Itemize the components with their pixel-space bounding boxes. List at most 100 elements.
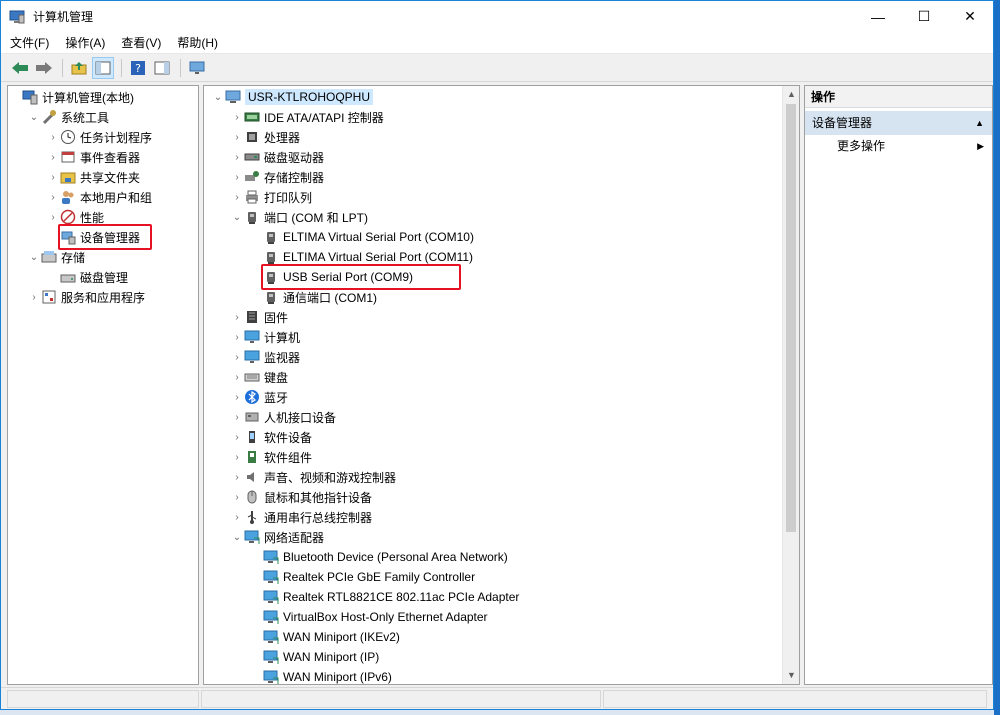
ide-icon <box>244 109 260 125</box>
computer-management-window: 计算机管理 — ☐ ✕ 文件(F) 操作(A) 查看(V) 帮助(H) ? 计算… <box>0 0 994 710</box>
tree-item-label: Bluetooth Device (Personal Area Network) <box>283 550 508 564</box>
scroll-down-arrow[interactable]: ▼ <box>783 667 799 684</box>
tree-item[interactable]: Realtek PCIe GbE Family Controller <box>249 567 475 587</box>
tree-item[interactable]: › 处理器 <box>230 127 300 147</box>
tree-item[interactable]: › 软件组件 <box>230 447 312 467</box>
monitor-icon <box>244 329 260 345</box>
tree-item[interactable]: Realtek RTL8821CE 802.11ac PCIe Adapter <box>249 587 519 607</box>
collapse-arrow-icon[interactable]: › <box>230 412 244 423</box>
tree-item[interactable]: › 事件查看器 <box>46 147 140 167</box>
tree-item[interactable]: › IDE ATA/ATAPI 控制器 <box>230 107 383 127</box>
menu-help[interactable]: 帮助(H) <box>177 34 218 51</box>
tree-item[interactable]: ⌄ 网络适配器 <box>230 527 324 547</box>
tree-item[interactable]: ⌄ 系统工具 <box>27 107 109 127</box>
tree-item[interactable]: › 任务计划程序 <box>46 127 152 147</box>
help-icon[interactable]: ? <box>127 57 149 79</box>
more-actions-item[interactable]: 更多操作 ▶ <box>805 135 992 157</box>
tree-item-label: 性能 <box>80 210 105 225</box>
expand-arrow-icon[interactable]: ⌄ <box>211 92 225 103</box>
menu-action[interactable]: 操作(A) <box>65 34 105 51</box>
tree-item[interactable]: › 监视器 <box>230 347 300 367</box>
tree-item[interactable]: › 软件设备 <box>230 427 312 447</box>
tree-item[interactable]: › 存储控制器 <box>230 167 324 187</box>
monitor-icon[interactable] <box>186 57 208 79</box>
tree-item[interactable]: › 本地用户和组 <box>46 187 152 207</box>
tree-item[interactable]: › 蓝牙 <box>230 387 288 407</box>
tree-item[interactable]: VirtualBox Host-Only Ethernet Adapter <box>249 607 488 627</box>
collapse-icon[interactable]: ▲ <box>975 111 984 135</box>
computer-management-icon <box>22 89 38 105</box>
collapse-arrow-icon[interactable]: › <box>230 432 244 443</box>
status-bar <box>1 687 993 709</box>
collapse-arrow-icon[interactable]: › <box>230 352 244 363</box>
tree-item[interactable]: WAN Miniport (IP) <box>249 647 379 667</box>
actions-section-device-manager[interactable]: 设备管理器 ▲ <box>805 111 992 135</box>
close-button[interactable]: ✕ <box>947 1 993 32</box>
hid-icon <box>244 409 260 425</box>
tree-item[interactable]: ⌄ 存储 <box>27 247 85 267</box>
tree-item[interactable]: ELTIMA Virtual Serial Port (COM10) <box>249 227 474 247</box>
tree-item[interactable]: 通信端口 (COM1) <box>249 287 377 307</box>
collapse-arrow-icon[interactable]: › <box>230 192 244 203</box>
scroll-thumb[interactable] <box>786 104 796 532</box>
tree-item[interactable]: › 声音、视频和游戏控制器 <box>230 467 396 487</box>
maximize-button[interactable]: ☐ <box>901 1 947 32</box>
collapse-arrow-icon[interactable]: › <box>230 112 244 123</box>
tree-item[interactable]: › 人机接口设备 <box>230 407 336 427</box>
collapse-arrow-icon[interactable]: › <box>27 292 41 303</box>
tree-item[interactable]: Bluetooth Device (Personal Area Network) <box>249 547 508 567</box>
tree-item[interactable]: › 打印队列 <box>230 187 312 207</box>
collapse-arrow-icon[interactable]: › <box>230 512 244 523</box>
collapse-arrow-icon[interactable]: › <box>46 192 60 203</box>
back-icon[interactable] <box>9 57 31 79</box>
minimize-button[interactable]: — <box>855 1 901 32</box>
tree-item[interactable]: ⌄ 端口 (COM 和 LPT) <box>230 207 368 227</box>
collapse-arrow-icon[interactable]: › <box>230 452 244 463</box>
tree-item[interactable]: › 键盘 <box>230 367 288 387</box>
tree-item-label: USR-KTLROHOQPHU <box>245 89 374 105</box>
collapse-arrow-icon[interactable]: › <box>230 332 244 343</box>
tree-item[interactable]: › 共享文件夹 <box>46 167 140 187</box>
tree-item[interactable]: › 鼠标和其他指针设备 <box>230 487 372 507</box>
show-hide-tree-icon[interactable] <box>92 56 114 79</box>
tree-item[interactable]: WAN Miniport (IKEv2) <box>249 627 400 647</box>
collapse-arrow-icon[interactable]: › <box>46 132 60 143</box>
expand-arrow-icon[interactable]: ⌄ <box>230 212 244 223</box>
expand-arrow-icon[interactable]: ⌄ <box>27 252 41 263</box>
expand-arrow-icon[interactable]: ⌄ <box>230 532 244 543</box>
tree-item[interactable]: › 固件 <box>230 307 288 327</box>
forward-icon[interactable] <box>33 57 55 79</box>
collapse-arrow-icon[interactable]: › <box>230 172 244 183</box>
collapse-arrow-icon[interactable]: › <box>230 392 244 403</box>
device-tree: ▲ ▼ ⌄ USR-KTLROHOQPHU › IDE ATA/ATAPI 控制器 › 处… <box>203 85 800 685</box>
menu-view[interactable]: 查看(V) <box>121 34 161 51</box>
vertical-scrollbar[interactable]: ▲ ▼ <box>782 86 799 684</box>
speaker-icon <box>244 469 260 485</box>
expand-arrow-icon[interactable]: ⌄ <box>27 112 41 123</box>
services-icon <box>41 289 57 305</box>
collapse-arrow-icon[interactable]: › <box>230 312 244 323</box>
collapse-arrow-icon[interactable]: › <box>230 472 244 483</box>
menu-file[interactable]: 文件(F) <box>10 34 49 51</box>
collapse-arrow-icon[interactable]: › <box>230 492 244 503</box>
collapse-arrow-icon[interactable]: › <box>46 212 60 223</box>
tree-item[interactable]: › 通用串行总线控制器 <box>230 507 372 527</box>
tree-item[interactable]: › 计算机 <box>230 327 300 347</box>
tree-item[interactable]: WAN Miniport (IPv6) <box>249 667 392 684</box>
scroll-up-arrow[interactable]: ▲ <box>783 86 799 103</box>
tree-item[interactable]: 计算机管理(本地) <box>8 87 134 107</box>
tree-item-label: Realtek RTL8821CE 802.11ac PCIe Adapter <box>283 590 520 604</box>
collapse-arrow-icon[interactable]: › <box>46 152 60 163</box>
tree-item[interactable]: ⌄ USR-KTLROHOQPHU <box>211 87 374 107</box>
tree-item[interactable]: › 服务和应用程序 <box>27 287 145 307</box>
collapse-arrow-icon[interactable]: › <box>230 372 244 383</box>
menu-bar: 文件(F) 操作(A) 查看(V) 帮助(H) <box>1 32 993 54</box>
collapse-arrow-icon[interactable]: › <box>230 132 244 143</box>
up-folder-icon[interactable] <box>68 57 90 79</box>
tree-item[interactable]: 磁盘管理 <box>46 267 128 287</box>
tree-item[interactable]: › 磁盘驱动器 <box>230 147 324 167</box>
tree-item-label: 处理器 <box>264 130 301 145</box>
action-pane-icon[interactable] <box>151 57 173 79</box>
collapse-arrow-icon[interactable]: › <box>46 172 60 183</box>
collapse-arrow-icon[interactable]: › <box>230 152 244 163</box>
